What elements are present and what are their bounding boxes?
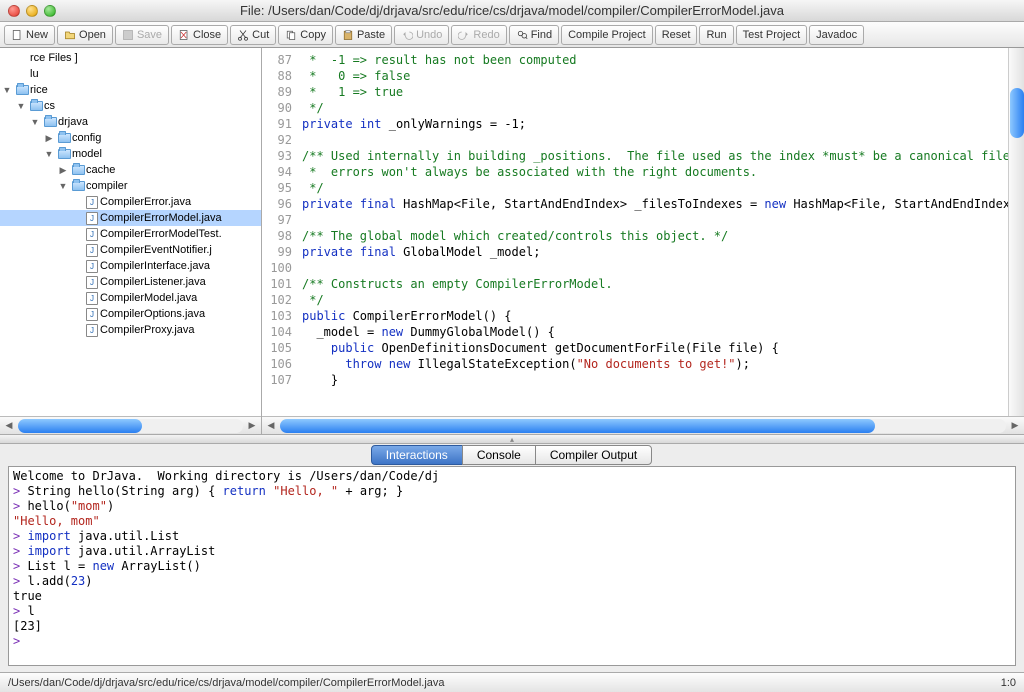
window-controls	[0, 5, 56, 17]
interactions-pane[interactable]: Welcome to DrJava. Working directory is …	[8, 466, 1016, 666]
tree-node[interactable]: ▶cache	[0, 162, 261, 178]
find-button[interactable]: Find	[509, 25, 559, 45]
editor-vscrollbar[interactable]	[1008, 48, 1024, 416]
tree-node[interactable]: JCompilerListener.java	[0, 274, 261, 290]
compile-project-button[interactable]: Compile Project	[561, 25, 653, 45]
statusbar: /Users/dan/Code/dj/drjava/src/edu/rice/c…	[0, 672, 1024, 692]
tree-file-selected[interactable]: JCompilerErrorModel.java	[0, 210, 261, 226]
open-button[interactable]: Open	[57, 25, 113, 45]
redo-icon	[458, 29, 470, 41]
undo-icon	[401, 29, 413, 41]
tree-hscrollbar[interactable]: ◀ ▶	[0, 416, 261, 434]
tree-node[interactable]: ▼rice	[0, 82, 261, 98]
tab-interactions[interactable]: Interactions	[371, 445, 463, 465]
save-icon	[122, 29, 134, 41]
reset-button[interactable]: Reset	[655, 25, 698, 45]
window-title: File: /Users/dan/Code/dj/drjava/src/edu/…	[0, 3, 1024, 18]
tree-node[interactable]: JCompilerOptions.java	[0, 306, 261, 322]
bottom-tabs: Interactions Console Compiler Output	[0, 444, 1024, 466]
paste-button[interactable]: Paste	[335, 25, 392, 45]
undo-button[interactable]: Undo	[394, 25, 449, 45]
open-icon	[64, 29, 76, 41]
project-tree-pane: rce Files ]lu▼rice▼cs▼drjava▶config▼mode…	[0, 48, 262, 434]
copy-button[interactable]: Copy	[278, 25, 333, 45]
pane-splitter[interactable]: ▴	[0, 434, 1024, 444]
editor-pane: 8788899091929394959697989910010110210310…	[262, 48, 1024, 434]
scroll-left-icon[interactable]: ◀	[264, 420, 278, 431]
zoom-window-icon[interactable]	[44, 5, 56, 17]
code-editor[interactable]: * -1 => result has not been computed * 0…	[298, 48, 1008, 416]
find-icon	[516, 29, 528, 41]
tab-console[interactable]: Console	[462, 445, 536, 465]
copy-icon	[285, 29, 297, 41]
tree-node[interactable]: JCompilerInterface.java	[0, 258, 261, 274]
tree-node[interactable]: JCompilerErrorModelTest.	[0, 226, 261, 242]
paste-icon	[342, 29, 354, 41]
scroll-right-icon[interactable]: ▶	[1008, 420, 1022, 431]
redo-button[interactable]: Redo	[451, 25, 506, 45]
javadoc-button[interactable]: Javadoc	[809, 25, 864, 45]
status-path: /Users/dan/Code/dj/drjava/src/edu/rice/c…	[8, 677, 445, 689]
scroll-right-icon[interactable]: ▶	[245, 420, 259, 431]
minimize-window-icon[interactable]	[26, 5, 38, 17]
titlebar: File: /Users/dan/Code/dj/drjava/src/edu/…	[0, 0, 1024, 22]
tree-node[interactable]: lu	[0, 66, 261, 82]
new-button[interactable]: New	[4, 25, 55, 45]
tree-node[interactable]: JCompilerModel.java	[0, 290, 261, 306]
cut-icon	[237, 29, 249, 41]
tree-node[interactable]: JCompilerProxy.java	[0, 322, 261, 338]
new-icon	[11, 29, 23, 41]
project-tree[interactable]: rce Files ]lu▼rice▼cs▼drjava▶config▼mode…	[0, 48, 261, 416]
editor-hscrollbar[interactable]: ◀ ▶	[262, 416, 1024, 434]
cursor-position: 1:0	[1001, 677, 1016, 689]
tree-node[interactable]: ▼cs	[0, 98, 261, 114]
tree-node[interactable]: ▶config	[0, 130, 261, 146]
tree-node[interactable]: ▼model	[0, 146, 261, 162]
tree-node[interactable]: JCompilerEventNotifier.j	[0, 242, 261, 258]
test-project-button[interactable]: Test Project	[736, 25, 807, 45]
save-button[interactable]: Save	[115, 25, 169, 45]
tree-node[interactable]: JCompilerError.java	[0, 194, 261, 210]
close-button[interactable]: Close	[171, 25, 228, 45]
tree-node[interactable]: ▼drjava	[0, 114, 261, 130]
tree-node[interactable]: ▼compiler	[0, 178, 261, 194]
tree-node[interactable]: rce Files ]	[0, 50, 261, 66]
scroll-left-icon[interactable]: ◀	[2, 420, 16, 431]
cut-button[interactable]: Cut	[230, 25, 276, 45]
line-gutter: 8788899091929394959697989910010110210310…	[262, 48, 298, 416]
toolbar: New Open Save Close Cut Copy Paste Undo …	[0, 22, 1024, 48]
run-button[interactable]: Run	[699, 25, 733, 45]
close-window-icon[interactable]	[8, 5, 20, 17]
close-icon	[178, 29, 190, 41]
tab-compiler-output[interactable]: Compiler Output	[535, 445, 652, 465]
